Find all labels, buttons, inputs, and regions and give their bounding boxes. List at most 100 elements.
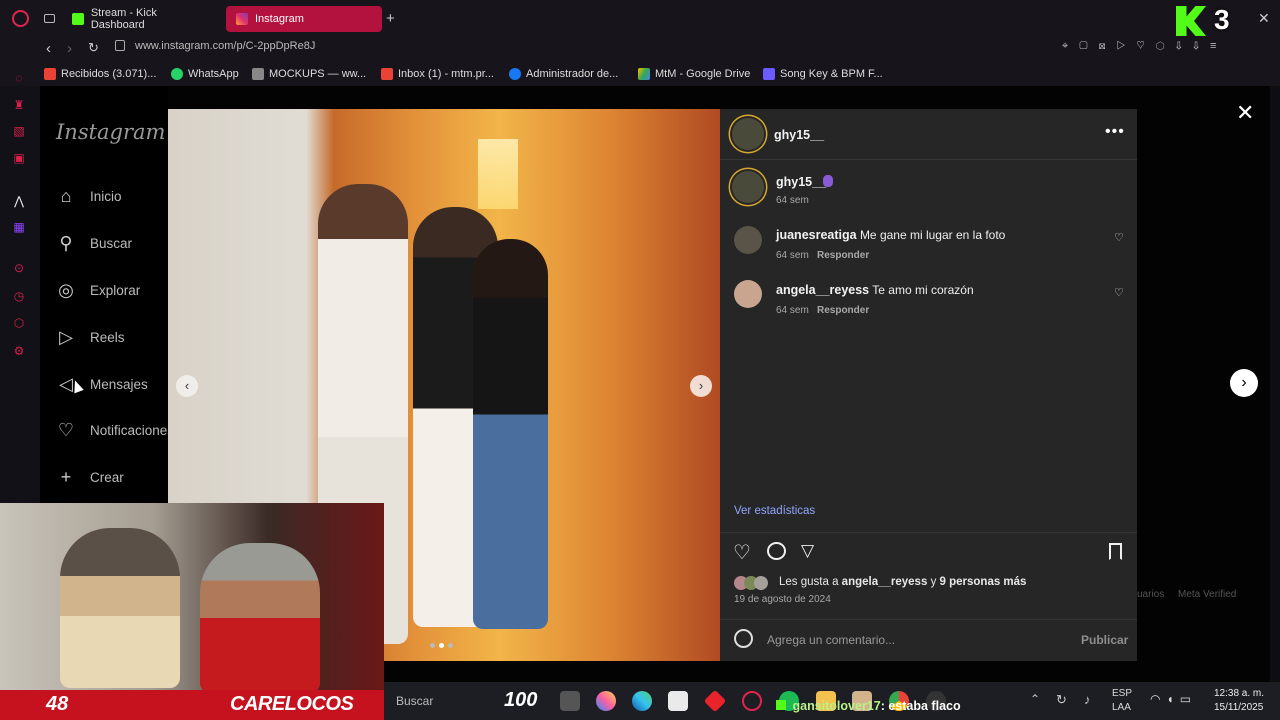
mic-icon[interactable]: ♪	[1084, 692, 1091, 707]
like-icon[interactable]: ♡	[733, 540, 751, 565]
reply-button[interactable]: Responder	[817, 305, 869, 316]
comment-like-icon[interactable]: ♡	[1114, 286, 1124, 299]
nav-notificaciones[interactable]: ♡ Notificaciones	[56, 420, 174, 440]
tab-label: Stream - Kick Dashboard	[90, 7, 157, 31]
nav-reels[interactable]: ▷ Reels	[56, 327, 124, 347]
share-icon[interactable]: ▽	[801, 541, 814, 561]
panel-divider	[720, 159, 1137, 160]
instagram-logo[interactable]: Instagram	[56, 120, 165, 144]
comment-time: 64 sem	[776, 250, 809, 261]
next-post-button[interactable]: ›	[1230, 369, 1258, 397]
store-icon[interactable]	[668, 691, 688, 711]
cube-icon	[252, 68, 264, 80]
tab-instagram[interactable]: Instagram	[226, 6, 382, 32]
comment-username[interactable]: juanesreatiga	[776, 228, 857, 242]
caption-time: 64 sem	[776, 195, 809, 206]
app-red-icon[interactable]	[703, 689, 727, 713]
player-icon[interactable]: ▧	[12, 124, 26, 138]
nav-buscar[interactable]: ⚲ Buscar	[56, 233, 132, 253]
comment-avatar[interactable]	[734, 226, 762, 254]
back-icon[interactable]: ‹	[46, 40, 51, 57]
new-tab-button[interactable]: +	[386, 10, 395, 27]
nav-inicio[interactable]: ⌂ Inicio	[56, 186, 122, 206]
sync-icon[interactable]: ↻	[1056, 692, 1067, 708]
carousel-dot	[448, 643, 453, 648]
tray-status-icons[interactable]: ◠◖▭	[1150, 692, 1197, 706]
author-avatar[interactable]	[732, 118, 764, 150]
taskbar-search[interactable]: Buscar	[396, 694, 433, 708]
toolbar-icons[interactable]: ⌖▢⊠▷♡⬡⇩⇩≡	[1062, 40, 1227, 53]
browser-tab-bar: Stream - Kick Dashboard Instagram + 3 ✕	[0, 0, 1280, 36]
streamer-left	[60, 528, 180, 688]
comment-text: Te amo mi corazón	[872, 283, 974, 297]
opera-logo-icon[interactable]	[12, 10, 29, 27]
footer-link-meta-verified[interactable]: Meta Verified	[1178, 589, 1236, 600]
messenger-icon[interactable]: ▣	[12, 151, 26, 165]
close-window-icon[interactable]: ✕	[1258, 10, 1270, 27]
comment-input[interactable]: Agrega un comentario...	[767, 633, 895, 647]
reload-icon[interactable]: ↻	[88, 40, 99, 56]
meta-icon	[509, 68, 521, 80]
grape-emoji-icon	[823, 175, 833, 187]
view-insights-link[interactable]: Ver estadísticas	[734, 505, 815, 517]
bookmark-songkey[interactable]: Song Key & BPM F...	[763, 68, 883, 80]
forward-icon[interactable]: ›	[67, 40, 72, 57]
chat-text: : estaba flaco	[880, 699, 961, 713]
clock-time[interactable]: 12:38 a. m.	[1214, 688, 1264, 699]
person-right	[473, 239, 548, 629]
author-username[interactable]: ghy15__	[774, 128, 824, 142]
crypto-icon[interactable]: ♜	[12, 98, 26, 112]
task-view-icon[interactable]	[560, 691, 580, 711]
emoji-icon[interactable]	[734, 629, 753, 648]
songkey-icon	[763, 68, 775, 80]
kick-side-icon[interactable]: ⋀	[12, 194, 26, 208]
tray-chevron-icon[interactable]: ⌃	[1030, 692, 1040, 706]
edge-icon[interactable]	[632, 691, 652, 711]
caption-avatar[interactable]	[732, 171, 764, 203]
comment-username[interactable]: angela__reyess	[776, 283, 869, 297]
bookmark-whatsapp[interactable]: WhatsApp	[171, 68, 239, 80]
search-icon: ⚲	[59, 232, 73, 253]
settings-icon[interactable]: ⚙	[12, 344, 26, 358]
gmail-icon	[44, 68, 56, 80]
history-icon[interactable]: ◷	[12, 289, 26, 303]
post-detail-panel: ghy15__ ••• ghy15__ 64 sem juanesreatiga…	[720, 109, 1137, 661]
footer-link-usuarios[interactable]: uarios	[1137, 589, 1164, 600]
tab-manager-icon[interactable]	[44, 14, 55, 23]
nav-explorar[interactable]: ◎ Explorar	[56, 280, 140, 300]
likes-user[interactable]: angela__reyess	[842, 576, 928, 588]
close-modal-icon[interactable]: ✕	[1236, 100, 1254, 126]
kick-logo-icon	[1176, 6, 1206, 36]
bookmark-inbox[interactable]: Inbox (1) - mtm.pr...	[381, 68, 494, 80]
twitch-icon[interactable]: ▦	[12, 220, 26, 234]
save-icon[interactable]	[1109, 543, 1122, 560]
nav-crear[interactable]: + Crear	[56, 467, 124, 487]
player-circle-icon[interactable]: ⊙	[12, 261, 26, 275]
publish-button[interactable]: Publicar	[1081, 633, 1128, 647]
extensions-icon[interactable]: ⬡	[12, 316, 26, 330]
bookmark-meta[interactable]: Administrador de...	[509, 68, 618, 80]
comment-avatar[interactable]	[734, 280, 762, 308]
likes-others-link[interactable]: 9 personas más	[940, 576, 1027, 588]
copilot-icon[interactable]	[596, 691, 616, 711]
stream-badge-number: 3	[1214, 4, 1230, 35]
opera-taskbar-icon[interactable]	[742, 691, 762, 711]
caption-username[interactable]: ghy15__	[776, 175, 826, 189]
nav-mensajes[interactable]: ◁ Mensajes	[56, 374, 148, 394]
comment-like-icon[interactable]: ♡	[1114, 231, 1124, 244]
bookmark-drive[interactable]: MtM - Google Drive	[638, 68, 750, 80]
bookmark-gmail[interactable]: Recibidos (3.071)...	[44, 68, 156, 80]
aria-icon[interactable]: ◌	[12, 71, 26, 85]
prev-image-button[interactable]: ‹	[176, 375, 198, 397]
tab-kick-dashboard[interactable]: Stream - Kick Dashboard	[62, 6, 222, 32]
bookmark-mockups[interactable]: MOCKUPS — ww...	[252, 68, 366, 80]
comment-icon[interactable]	[767, 542, 786, 560]
url-field[interactable]: www.instagram.com/p/C-2ppDpRe8J	[135, 40, 315, 52]
next-image-button[interactable]: ›	[690, 375, 712, 397]
language-bottom[interactable]: LAA	[1112, 702, 1131, 713]
post-date: 19 de agosto de 2024	[734, 594, 831, 605]
more-options-icon[interactable]: •••	[1105, 123, 1125, 141]
reply-button[interactable]: Responder	[817, 250, 869, 261]
clock-date[interactable]: 15/11/2025	[1214, 702, 1263, 713]
language-top[interactable]: ESP	[1112, 688, 1132, 699]
